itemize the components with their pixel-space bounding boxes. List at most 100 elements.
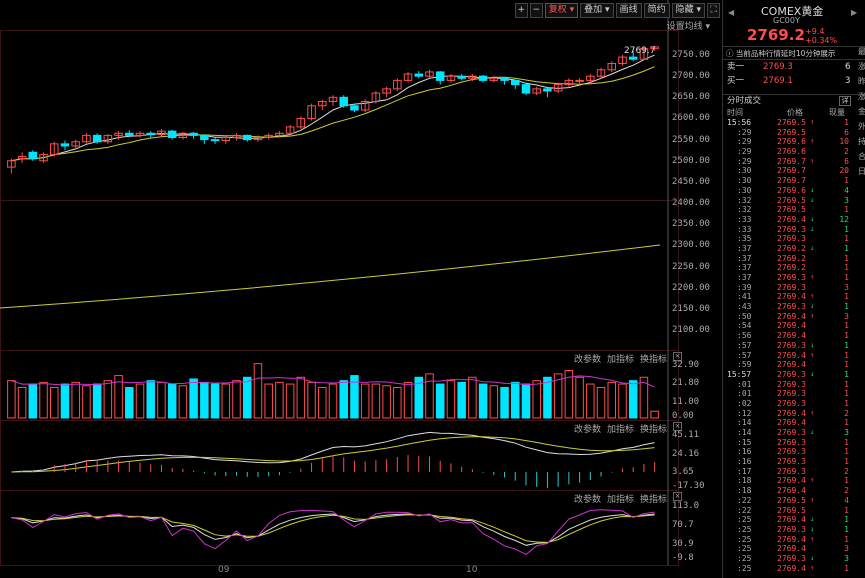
tape-row: :14 2769.3 ↓ 3 — [723, 428, 865, 438]
zoom-in-button[interactable]: + — [514, 3, 528, 18]
tape-price: 2769.3 — [777, 447, 806, 457]
tape-volume: 3 — [844, 195, 849, 205]
price-axis-label: 2650.00 — [672, 92, 710, 103]
tape-volume: 1 — [844, 205, 849, 215]
tape-volume: 1 — [844, 302, 849, 312]
next-arrow-icon[interactable]: ▶ — [851, 8, 857, 17]
tape-row: :37 2769.3 ↑ 1 — [723, 273, 865, 283]
price-axis-label: 2100.00 — [672, 325, 710, 335]
tape-row: :15 2769.3 1 — [723, 438, 865, 448]
tape-row: :12 2769.4 ↑ 2 — [723, 409, 865, 419]
candle-body — [457, 75, 466, 79]
price-axis-label: 2250.00 — [672, 261, 710, 272]
volume-panel-controls: 改参数 加指标 换指标 × — [574, 352, 682, 365]
tape-time: 15:56 — [727, 118, 752, 127]
tape-price: 2769.3 — [777, 273, 806, 282]
tape-price: 2769.5 — [777, 118, 806, 127]
tape-row: :25 2769.3 ↓ 1 — [723, 525, 865, 535]
volume-bar — [232, 380, 241, 419]
chart-area[interactable]: 2769.7 + − 复权 ▾ 叠加 ▾ 画线 简约 隐藏 ▾ ⛶ 设置均线 ▾… — [0, 0, 720, 578]
tape-row: :33 2769.3 ↓ 1 — [723, 225, 865, 235]
arrow-up-icon: ↑ — [810, 495, 815, 504]
tape-volume: 3 — [844, 553, 849, 563]
tape-time: :37 — [737, 263, 752, 273]
switch-indicator-button[interactable]: 换指标 — [640, 422, 667, 435]
kdj-d-line — [11, 514, 655, 543]
tape-price: 2769.5 — [777, 505, 806, 515]
tape-header: 时间 价格 现量 — [723, 107, 865, 118]
prev-arrow-icon[interactable]: ◀ — [728, 8, 734, 17]
simple-button[interactable]: 简约 — [643, 3, 670, 18]
tape-price: 2769.3 — [777, 389, 806, 399]
fullscreen-icon[interactable]: ⛶ — [707, 3, 720, 18]
add-indicator-button[interactable]: 加指标 — [607, 422, 634, 435]
tape-row: :30 2769.7 1 — [723, 176, 865, 186]
candle-body — [500, 77, 509, 81]
tape-time: :02 — [737, 398, 752, 408]
add-indicator-button[interactable]: 加指标 — [607, 492, 634, 505]
tape-volume: 1 — [844, 476, 849, 486]
draw-line-button[interactable]: 画线 — [615, 3, 642, 18]
arrow-down-icon: ↓ — [810, 340, 815, 349]
arrow-down-icon: ↓ — [810, 195, 815, 204]
last-price-label: 2769.7 — [624, 46, 656, 56]
overlay-button[interactable]: 叠加 ▾ — [580, 3, 614, 18]
instrument-code: GC00Y — [773, 16, 800, 25]
change-params-button[interactable]: 改参数 — [574, 352, 601, 365]
hide-button[interactable]: 隐藏 ▾ — [671, 3, 705, 18]
close-icon[interactable]: × — [673, 492, 682, 501]
tape-volume: 1 — [844, 176, 849, 186]
tape-time: :30 — [737, 176, 752, 186]
tape-time: :01 — [737, 389, 752, 399]
tape-volume: 1 — [844, 340, 849, 350]
volume-bar — [92, 383, 102, 419]
zoom-out-button[interactable]: − — [529, 3, 543, 18]
tape-volume: 1 — [844, 243, 849, 253]
tape-row: :57 2769.3 ↓ 1 — [723, 341, 865, 351]
kdj-axis-label: -9.8 — [672, 553, 694, 563]
tape-row: :29 2769.7 ↑ 6 — [723, 157, 865, 167]
price-axis-label: 2600.00 — [672, 113, 710, 124]
tape-row: :16 2769.3 1 — [723, 457, 865, 467]
change-params-button[interactable]: 改参数 — [574, 422, 601, 435]
volume-ma-line — [11, 375, 655, 388]
tape-row: :56 2769.4 1 — [723, 331, 865, 341]
bid-volume: 3 — [845, 76, 851, 86]
volume-bar — [511, 381, 520, 419]
tape-time: :25 — [737, 563, 752, 573]
tape-volume: 4 — [844, 185, 849, 195]
change-params-button[interactable]: 改参数 — [574, 492, 601, 505]
add-indicator-button[interactable]: 加指标 — [607, 352, 634, 365]
tape-volume: 20 — [839, 166, 849, 176]
switch-indicator-button[interactable]: 换指标 — [640, 352, 667, 365]
arrow-down-icon: ↓ — [810, 369, 815, 378]
candle-body — [575, 79, 584, 82]
tape-volume: 2 — [844, 466, 849, 476]
tape-volume: 1 — [844, 563, 849, 573]
tape-row: :29 2769.5 6 — [723, 128, 865, 138]
stats-column: 最涨昨涨金外持合日 — [858, 46, 865, 186]
candle-body — [543, 88, 552, 92]
tape-time: :25 — [737, 544, 752, 554]
ma-setting-link[interactable]: 设置均线 ▾ — [667, 19, 710, 32]
stats-label: 昨 — [858, 77, 865, 86]
fuquan-button[interactable]: 复权 ▾ — [544, 3, 579, 18]
arrow-up-icon: ↑ — [810, 311, 815, 320]
volume-bar — [521, 383, 531, 419]
tape-list[interactable]: 15:56 2769.5 ↑ 1:29 2769.5 6:29 2769.6 ↑ 10:29 27… — [723, 118, 865, 573]
detail-button[interactable]: 详 — [839, 96, 851, 106]
arrow-up-icon: ↑ — [810, 156, 815, 165]
tape-time: :43 — [737, 302, 752, 312]
volume-bar — [607, 381, 617, 419]
ma5-line — [11, 54, 655, 162]
tape-price: 2769.7 — [777, 156, 806, 166]
price-axis-label: 2750.00 — [672, 50, 710, 60]
arrow-up-icon: ↑ — [810, 350, 815, 359]
tape-time: :25 — [737, 524, 752, 534]
tape-volume: 1 — [844, 379, 849, 389]
tape-row: :22 2769.5 ↑ 4 — [723, 496, 865, 506]
tape-volume: 2 — [844, 408, 849, 418]
ask-price: 2769.3 — [763, 62, 793, 72]
tape-time: :12 — [737, 408, 752, 418]
switch-indicator-button[interactable]: 换指标 — [640, 492, 667, 505]
